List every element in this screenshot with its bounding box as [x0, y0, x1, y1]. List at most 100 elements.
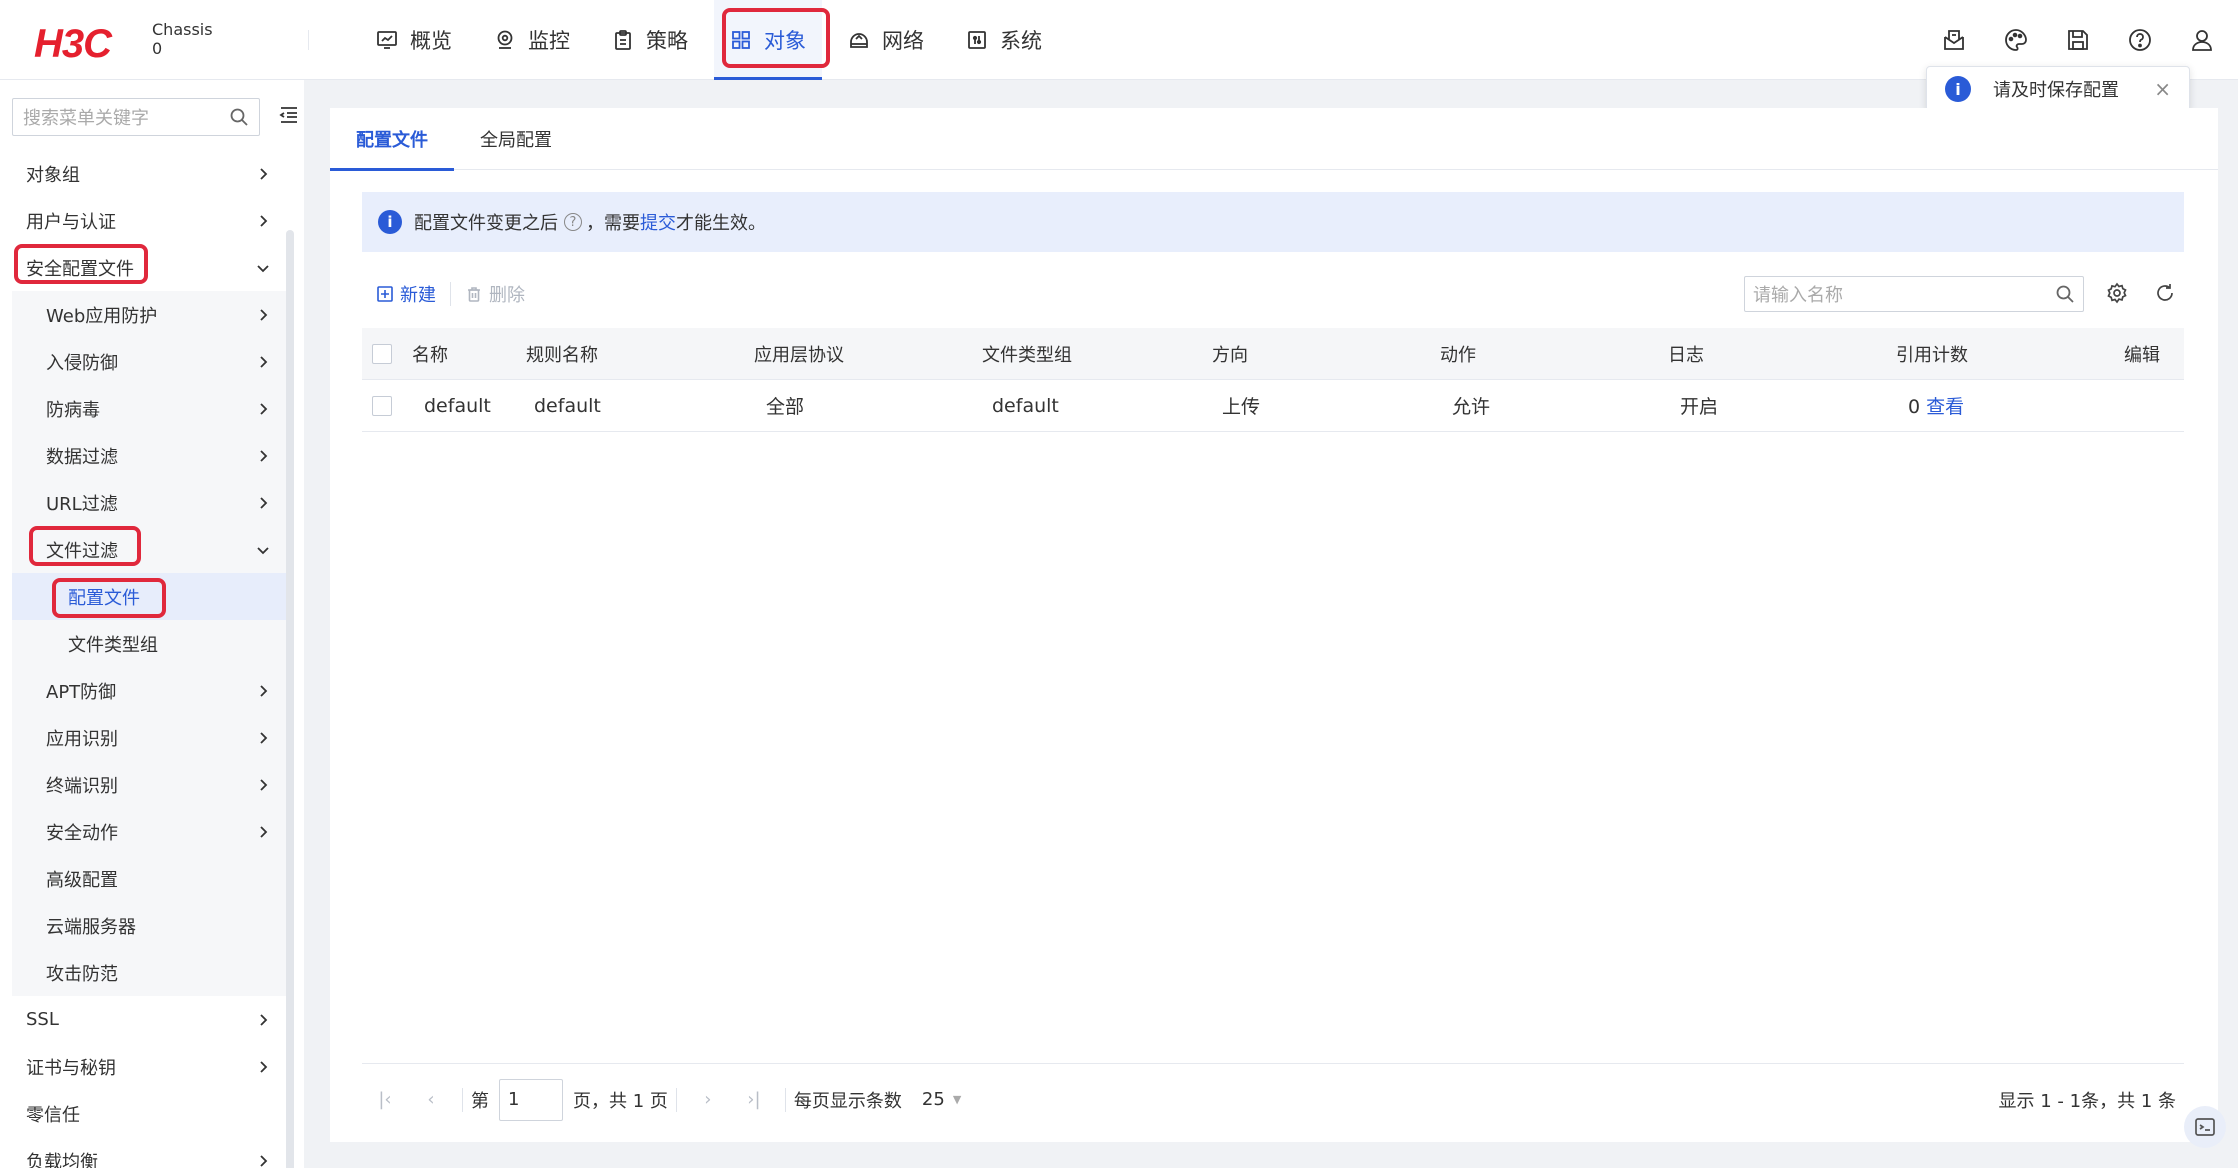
- page-size-select[interactable]: 25 ▼: [922, 1089, 961, 1110]
- nav-network[interactable]: 网络: [832, 0, 940, 80]
- chevron-right-icon: [260, 214, 268, 227]
- sidebar-item-ssl[interactable]: SSL: [12, 996, 286, 1043]
- collapse-menu-icon[interactable]: [278, 104, 300, 126]
- sidebar-item-url-filter[interactable]: URL过滤: [12, 479, 286, 526]
- chevron-right-icon: [260, 731, 268, 744]
- first-page-icon[interactable]: |‹: [362, 1089, 408, 1110]
- col-edit: 编辑: [2124, 344, 2160, 366]
- nav-object[interactable]: 对象: [714, 0, 822, 80]
- select-all-checkbox[interactable]: [372, 343, 392, 364]
- nav-monitor[interactable]: 监控: [478, 0, 586, 80]
- tab-config-file[interactable]: 配置文件: [330, 108, 454, 171]
- view-ref-link[interactable]: 查看: [1926, 396, 1964, 418]
- sidebar-scrollbar[interactable]: [286, 230, 294, 1168]
- question-icon[interactable]: ?: [564, 213, 582, 231]
- sidebar-item-apt[interactable]: APT防御: [12, 667, 286, 714]
- last-page-icon[interactable]: ›|: [731, 1089, 777, 1110]
- col-rule-name[interactable]: 规则名称: [526, 341, 754, 367]
- sidebar-item-user-auth[interactable]: 用户与认证: [12, 197, 286, 244]
- chevron-down-icon: [257, 264, 269, 272]
- gear-icon[interactable]: [2106, 282, 2128, 304]
- sidebar-item-ips[interactable]: 入侵防御: [12, 338, 286, 385]
- col-log[interactable]: 日志: [1668, 341, 1896, 367]
- network-icon: [848, 29, 870, 51]
- sidebar-item-object-group[interactable]: 对象组: [12, 150, 286, 197]
- sidebar-item-attack-defense[interactable]: 攻击防范: [12, 949, 286, 996]
- col-action[interactable]: 动作: [1440, 341, 1668, 367]
- menu-search-input[interactable]: 搜索菜单关键字: [12, 98, 260, 136]
- top-header: H3C Chassis 0 概览 监控 策略 对象 网络 系统: [0, 0, 2238, 80]
- palette-icon[interactable]: [2000, 24, 2032, 56]
- chevron-right-icon: [260, 496, 268, 509]
- dashboard-icon: [376, 29, 398, 51]
- sidebar-item-app-recognition[interactable]: 应用识别: [12, 714, 286, 761]
- sidebar-item-security-profile[interactable]: 安全配置文件: [12, 244, 286, 291]
- chevron-down-icon: [257, 546, 269, 554]
- row-checkbox[interactable]: [372, 395, 392, 416]
- caret-down-icon: ▼: [952, 1093, 962, 1106]
- refresh-icon[interactable]: [2154, 282, 2176, 304]
- nav-policy[interactable]: 策略: [596, 0, 704, 80]
- sidebar-item-config-file[interactable]: 配置文件: [12, 573, 286, 620]
- col-file-type-group[interactable]: 文件类型组: [982, 341, 1212, 367]
- sidebar-item-cert-key[interactable]: 证书与秘钥: [12, 1043, 286, 1090]
- chevron-right-icon: [260, 778, 268, 791]
- mail-icon[interactable]: [1938, 24, 1970, 56]
- page-number-input[interactable]: 1: [499, 1078, 563, 1121]
- sidebar-item-antivirus[interactable]: 防病毒: [12, 385, 286, 432]
- sidebar-item-endpoint-recognition[interactable]: 终端识别: [12, 761, 286, 808]
- menu-search-placeholder: 搜索菜单关键字: [23, 108, 149, 129]
- ref-count-value: 0: [1908, 396, 1921, 418]
- user-icon[interactable]: [2186, 24, 2218, 56]
- col-app-protocol[interactable]: 应用层协议: [754, 341, 982, 367]
- table-row[interactable]: default default 全部 default 上传 允许 开启 0 查看: [362, 380, 2184, 432]
- submit-link[interactable]: 提交: [640, 209, 676, 235]
- chevron-right-icon: [260, 825, 268, 838]
- location-pin-icon: [494, 29, 516, 51]
- table-header: 名称 规则名称 应用层协议 文件类型组 方向 动作 日志 引用计数 编辑: [362, 328, 2184, 380]
- name-search-input[interactable]: 请输入名称: [1744, 276, 2084, 312]
- sidebar-item-load-balance[interactable]: 负载均衡: [12, 1137, 286, 1168]
- sidebar-item-zero-trust[interactable]: 零信任: [12, 1090, 286, 1137]
- nav-overview[interactable]: 概览: [360, 0, 468, 80]
- tab-global-config[interactable]: 全局配置: [454, 108, 578, 170]
- save-icon[interactable]: [2062, 24, 2094, 56]
- sidebar-item-data-filter[interactable]: 数据过滤: [12, 432, 286, 479]
- page-size-label: 每页显示条数: [793, 1090, 902, 1112]
- chevron-right-icon: [260, 1013, 268, 1026]
- help-icon[interactable]: [2124, 24, 2156, 56]
- next-page-icon[interactable]: ›: [685, 1089, 731, 1110]
- terminal-button[interactable]: [2184, 1106, 2226, 1148]
- alert-text-before: 配置文件变更之后: [414, 213, 558, 234]
- sidebar-item-security-action[interactable]: 安全动作: [12, 808, 286, 855]
- sidebar-item-advanced-config[interactable]: 高级配置: [12, 855, 286, 902]
- sidebar: 搜索菜单关键字 对象组 用户与认证 安全配置文件 Web应用防护 入侵防御 防病…: [0, 80, 304, 1168]
- cell-direction: 上传: [1222, 396, 1261, 418]
- config-file-table: 名称 规则名称 应用层协议 文件类型组 方向 动作 日志 引用计数 编辑 def…: [362, 328, 2184, 432]
- search-icon[interactable]: [229, 107, 249, 127]
- sidebar-item-file-filter[interactable]: 文件过滤: [12, 526, 286, 573]
- alert-text-after: 才能生效。: [676, 213, 766, 234]
- new-button[interactable]: 新建: [362, 281, 450, 307]
- sidebar-item-cloud-server[interactable]: 云端服务器: [12, 902, 286, 949]
- close-icon[interactable]: ×: [2154, 77, 2171, 101]
- clipboard-icon: [612, 29, 634, 51]
- h3c-logo[interactable]: H3C: [34, 22, 112, 67]
- search-icon[interactable]: [2055, 284, 2075, 304]
- prev-page-icon[interactable]: ‹: [408, 1089, 454, 1110]
- info-icon: i: [1945, 76, 1971, 102]
- delete-button[interactable]: 删除: [451, 281, 539, 307]
- col-ref-count[interactable]: 引用计数: [1896, 341, 2124, 367]
- sidebar-item-waf[interactable]: Web应用防护: [12, 291, 286, 338]
- sidebar-menu: 对象组 用户与认证 安全配置文件 Web应用防护 入侵防御 防病毒 数据过滤 U…: [12, 150, 286, 1168]
- nav-network-label: 网络: [882, 29, 924, 53]
- col-name[interactable]: 名称: [412, 341, 526, 367]
- info-alert: i 配置文件变更之后 ? ，需要 提交 才能生效。: [362, 192, 2184, 252]
- chevron-right-icon: [260, 402, 268, 415]
- pager-divider: [784, 1087, 786, 1112]
- nav-system[interactable]: 系统: [950, 0, 1058, 80]
- sidebar-item-file-type-group[interactable]: 文件类型组: [12, 620, 286, 667]
- pager-divider: [462, 1087, 463, 1112]
- chevron-right-icon: [260, 167, 268, 180]
- col-direction[interactable]: 方向: [1212, 341, 1440, 367]
